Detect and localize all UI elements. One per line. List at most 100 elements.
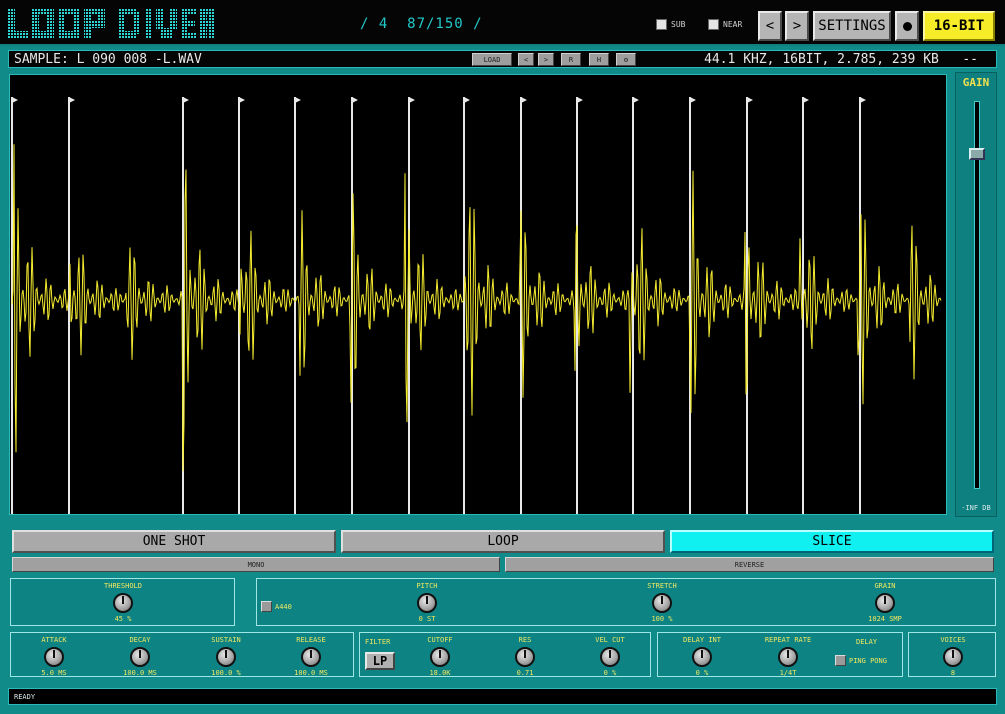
slice-flag-icon[interactable] <box>690 97 696 103</box>
threshold-knob[interactable] <box>113 593 133 613</box>
pitch-stretch-panel: A440 PITCH 0 ST STRETCH 100 % GRAIN 1024… <box>256 578 996 626</box>
sub-checkbox-box[interactable] <box>656 19 667 30</box>
voices-control: VOICES 8 <box>913 636 993 678</box>
grain-control: GRAIN 1024 SMP <box>845 582 925 624</box>
cutoff-knob[interactable] <box>430 647 450 667</box>
next-sample-button[interactable]: > <box>785 11 809 41</box>
slice-flag-icon[interactable] <box>577 97 583 103</box>
record-dot-icon <box>902 21 912 31</box>
sample-counter: / 4 87/150 / <box>360 16 483 32</box>
delay-int-knob[interactable] <box>692 647 712 667</box>
pitch-value: 0 ST <box>418 615 436 623</box>
stretch-label: STRETCH <box>647 582 677 590</box>
chevron-right-icon: > <box>792 18 802 34</box>
prev-sample-button[interactable]: < <box>758 11 782 41</box>
status-bar: READY <box>8 688 997 705</box>
sustain-knob[interactable] <box>216 647 236 667</box>
gear-button[interactable]: ⚙ <box>616 53 636 66</box>
filter-type-button[interactable]: LP <box>365 652 395 670</box>
record-button[interactable] <box>895 11 919 41</box>
bit-depth-button[interactable]: 16-BIT <box>923 11 995 41</box>
grain-value: 1024 SMP <box>868 615 902 623</box>
reverse-button[interactable]: REVERSE <box>505 557 994 572</box>
sample-meta: 44.1 KHZ, 16BIT, 2.785, 239 KB -- <box>704 52 978 67</box>
threshold-control: THRESHOLD 45 % <box>83 582 163 624</box>
vel-cut-label: VEL CUT <box>595 636 625 644</box>
delay-int-value: 0 % <box>695 669 709 677</box>
near-checkbox-box[interactable] <box>708 19 719 30</box>
ping-pong-checkbox[interactable]: PING PONG <box>835 655 887 666</box>
a440-checkbox[interactable]: A440 <box>261 601 292 612</box>
vel-cut-knob[interactable] <box>600 647 620 667</box>
threshold-value: 45 % <box>114 615 132 623</box>
attack-knob[interactable] <box>44 647 64 667</box>
slice-flag-icon[interactable] <box>803 97 809 103</box>
a440-label: A440 <box>275 602 292 611</box>
slice-flag-icon[interactable] <box>69 97 75 103</box>
waveform-svg <box>11 97 942 514</box>
gain-panel: GAIN -INF DB <box>955 72 997 517</box>
top-bar: / 4 87/150 / SUB NEAR < > SETTINGS 16-BI… <box>0 0 1005 46</box>
slice-flag-icon[interactable] <box>409 97 415 103</box>
decay-knob[interactable] <box>130 647 150 667</box>
status-text: READY <box>14 693 36 701</box>
repeat-rate-knob[interactable] <box>778 647 798 667</box>
gain-slider-thumb[interactable] <box>969 148 985 160</box>
slice-flag-icon[interactable] <box>521 97 527 103</box>
loop-button[interactable]: LOOP <box>341 530 665 553</box>
slice-flag-icon[interactable] <box>352 97 358 103</box>
res-control: RES 0.71 <box>485 636 565 678</box>
filter-label: FILTER <box>365 638 391 646</box>
ping-pong-checkbox-box[interactable] <box>835 655 846 666</box>
mono-button[interactable]: MONO <box>12 557 500 572</box>
load-button[interactable]: LOAD <box>472 53 512 66</box>
near-label: NEAR <box>723 20 743 29</box>
decay-label: DECAY <box>129 636 151 644</box>
decay-value: 100.0 MS <box>123 669 157 677</box>
repeat-rate-control: REPEAT RATE 1/4T <box>748 636 828 678</box>
release-value: 100.0 MS <box>294 669 328 677</box>
slice-button[interactable]: SLICE <box>670 530 994 553</box>
slice-flag-icon[interactable] <box>633 97 639 103</box>
delay-panel: DELAY INT 0 % REPEAT RATE 1/4T DELAY PIN… <box>657 632 903 677</box>
delay-int-label: DELAY INT <box>683 636 721 644</box>
voices-knob[interactable] <box>943 647 963 667</box>
delay-int-control: DELAY INT 0 % <box>662 636 742 678</box>
one-shot-button[interactable]: ONE SHOT <box>12 530 336 553</box>
grain-knob[interactable] <box>875 593 895 613</box>
adsr-panel: ATTACK 5.0 MS DECAY 100.0 MS SUSTAIN 100… <box>10 632 354 677</box>
ping-pong-label: PING PONG <box>849 656 887 665</box>
stretch-knob[interactable] <box>652 593 672 613</box>
slice-flag-icon[interactable] <box>747 97 753 103</box>
sample-prev-button[interactable]: < <box>518 53 534 66</box>
slice-flag-icon[interactable] <box>239 97 245 103</box>
slice-flag-icon[interactable] <box>860 97 866 103</box>
slice-flag-icon[interactable] <box>295 97 301 103</box>
logo <box>8 6 214 40</box>
waveform-display[interactable] <box>9 74 947 515</box>
stretch-control: STRETCH 100 % <box>622 582 702 624</box>
r-button[interactable]: R <box>561 53 581 66</box>
threshold-label: THRESHOLD <box>104 582 142 590</box>
waveform-trace <box>11 144 942 472</box>
voices-label: VOICES <box>940 636 966 644</box>
attack-control: ATTACK 5.0 MS <box>14 636 94 678</box>
slice-flag-icon[interactable] <box>464 97 470 103</box>
sub-checkbox[interactable]: SUB <box>656 19 685 30</box>
pitch-control: PITCH 0 ST <box>387 582 467 624</box>
chevron-left-icon: < <box>765 18 775 34</box>
sub-label: SUB <box>671 20 686 29</box>
res-knob[interactable] <box>515 647 535 667</box>
a440-checkbox-box[interactable] <box>261 601 272 612</box>
pitch-knob[interactable] <box>417 593 437 613</box>
cutoff-value: 18.0K <box>429 669 451 677</box>
release-knob[interactable] <box>301 647 321 667</box>
pitch-label: PITCH <box>416 582 438 590</box>
sample-next-button[interactable]: > <box>538 53 554 66</box>
near-checkbox[interactable]: NEAR <box>708 19 742 30</box>
h-button[interactable]: H <box>589 53 609 66</box>
settings-button[interactable]: SETTINGS <box>813 11 891 41</box>
app-window: / 4 87/150 / SUB NEAR < > SETTINGS 16-BI… <box>0 0 1005 714</box>
slice-flag-icon[interactable] <box>183 97 189 103</box>
slice-flag-icon[interactable] <box>12 97 18 103</box>
